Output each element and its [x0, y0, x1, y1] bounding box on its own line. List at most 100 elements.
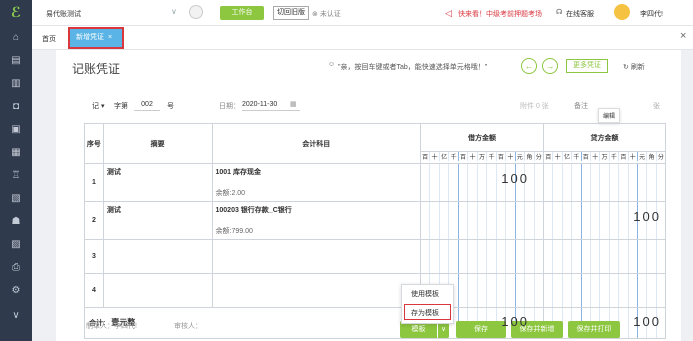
- digit-column: [438, 164, 448, 201]
- digit-column: [561, 164, 571, 201]
- row-account-cell[interactable]: [211, 273, 421, 308]
- digit-column: [514, 274, 524, 307]
- row-seq: 2: [84, 201, 104, 240]
- row-debit-cell[interactable]: [419, 239, 545, 274]
- digit-column: [580, 164, 590, 201]
- digit-column: [448, 202, 457, 239]
- calendar-icon[interactable]: ▦: [290, 100, 297, 108]
- lock-icon[interactable]: ◘: [10, 101, 22, 113]
- row-seq: 4: [84, 273, 104, 308]
- save-and-print-button[interactable]: 保存并打印: [568, 321, 620, 338]
- voucher-word-select[interactable]: 记 ▾: [92, 101, 104, 111]
- digit-column: [599, 164, 608, 201]
- digit-column: [476, 240, 486, 273]
- invoice-icon[interactable]: ▧: [10, 193, 22, 205]
- digit-column: [589, 202, 599, 239]
- row-summary-cell[interactable]: 测试: [102, 201, 213, 240]
- notice-link[interactable]: 快来看！中级考前押题考场: [458, 9, 542, 19]
- digit-unit: 百: [457, 152, 467, 161]
- user-avatar[interactable]: [614, 4, 630, 20]
- digit-column: [655, 274, 665, 307]
- report-icon[interactable]: ▦: [10, 147, 22, 159]
- workbench-button[interactable]: 工作台: [220, 6, 264, 20]
- digit-column: [636, 164, 646, 201]
- digit-column: [514, 240, 524, 273]
- digit-unit: 千: [448, 152, 457, 161]
- digit-column: [524, 240, 533, 273]
- digit-unit: 十: [552, 152, 561, 161]
- attachment-link[interactable]: 附件 0 张: [520, 101, 549, 111]
- edit-tooltip: 编辑: [598, 108, 621, 123]
- chart-icon[interactable]: ▥: [10, 78, 22, 90]
- row-debit-cell[interactable]: 100: [419, 163, 545, 202]
- digit-column: [495, 274, 505, 307]
- online-service-link[interactable]: 在线客服: [566, 9, 594, 19]
- digit-column: [476, 164, 486, 201]
- next-voucher-icon[interactable]: →: [542, 58, 558, 74]
- header-credit: 贷方金额: [543, 123, 666, 152]
- row-account-cell[interactable]: [211, 239, 421, 274]
- digit-column: [544, 274, 552, 307]
- digit-unit: 亿: [561, 152, 571, 161]
- digit-unit: 百: [580, 152, 590, 161]
- tab-close-icon[interactable]: ×: [108, 34, 112, 41]
- prev-voucher-icon[interactable]: ←: [521, 58, 537, 74]
- digit-column: [486, 240, 495, 273]
- row-credit-cell[interactable]: [543, 239, 666, 274]
- company-dropdown-icon[interactable]: ∨: [171, 7, 177, 16]
- debit-digit-units: 百十亿千百十万千百十元角分: [419, 151, 545, 164]
- more-voucher-button[interactable]: 更多凭证: [566, 59, 608, 73]
- row-debit-cell[interactable]: [419, 201, 545, 240]
- row-credit-cell[interactable]: [543, 163, 666, 202]
- row-balance: 余额:2.00: [215, 190, 246, 197]
- row-summary-cell[interactable]: [102, 239, 213, 274]
- company-avatar-icon[interactable]: [189, 5, 203, 19]
- save-as-template-item[interactable]: 存为模板: [404, 304, 451, 320]
- switch-version-button[interactable]: 切回旧版: [273, 6, 309, 20]
- print-icon[interactable]: ⎙: [10, 262, 22, 274]
- tax-icon[interactable]: ♖: [10, 170, 22, 182]
- digit-column: [636, 274, 646, 307]
- digit-column: [505, 274, 514, 307]
- digit-column: [636, 240, 646, 273]
- digit-column: [486, 202, 495, 239]
- voucher-icon[interactable]: ▤: [10, 55, 22, 67]
- digit-column: [467, 164, 476, 201]
- document-icon[interactable]: ▨: [10, 239, 22, 251]
- row-credit-cell[interactable]: [543, 273, 666, 308]
- digit-column: [544, 202, 552, 239]
- save-button[interactable]: 保存: [456, 321, 506, 338]
- tab-new-voucher[interactable]: 新增凭证 ×: [68, 27, 124, 49]
- ledger-icon[interactable]: ▣: [10, 124, 22, 136]
- row-account: 1001 库存现金: [215, 169, 262, 176]
- digit-column: [533, 164, 543, 201]
- row-summary-cell[interactable]: [102, 273, 213, 308]
- unverified-badge[interactable]: ⊗ 未认证: [312, 9, 341, 19]
- tab-home[interactable]: 首页: [42, 34, 56, 44]
- voucher-word-label: 字第: [114, 103, 128, 110]
- expand-icon[interactable]: ∨: [10, 310, 22, 322]
- voucher-number-input[interactable]: 002: [134, 99, 160, 111]
- digit-column: [476, 202, 486, 239]
- home-icon[interactable]: ⌂: [10, 32, 22, 44]
- digit-column: [580, 274, 590, 307]
- refresh-button[interactable]: ↻ 刷新: [623, 62, 645, 72]
- digit-column: [486, 274, 495, 307]
- use-template-item[interactable]: 使用模板: [402, 285, 453, 304]
- digit-column: [627, 274, 637, 307]
- user-group-icon[interactable]: ☗: [10, 216, 22, 228]
- notice-icon: ◁: [445, 8, 452, 18]
- row-account-cell[interactable]: 1001 库存现金 余额:2.00: [211, 163, 421, 202]
- total-credit: 100: [633, 314, 661, 329]
- row-summary-cell[interactable]: 测试: [102, 163, 213, 202]
- digit-column: [448, 240, 457, 273]
- digit-unit: 元: [636, 152, 646, 161]
- digit-unit: 千: [571, 152, 580, 161]
- close-all-icon[interactable]: ×: [680, 30, 686, 42]
- row-credit-cell[interactable]: 100: [543, 201, 666, 240]
- row-account-cell[interactable]: 100203 银行存款_C银行 余额:799.00: [211, 201, 421, 240]
- settings-icon[interactable]: ⚙: [10, 285, 22, 297]
- digit-column: [467, 274, 476, 307]
- user-name[interactable]: 李四代!: [640, 9, 663, 19]
- notes-link[interactable]: 备注: [574, 101, 588, 111]
